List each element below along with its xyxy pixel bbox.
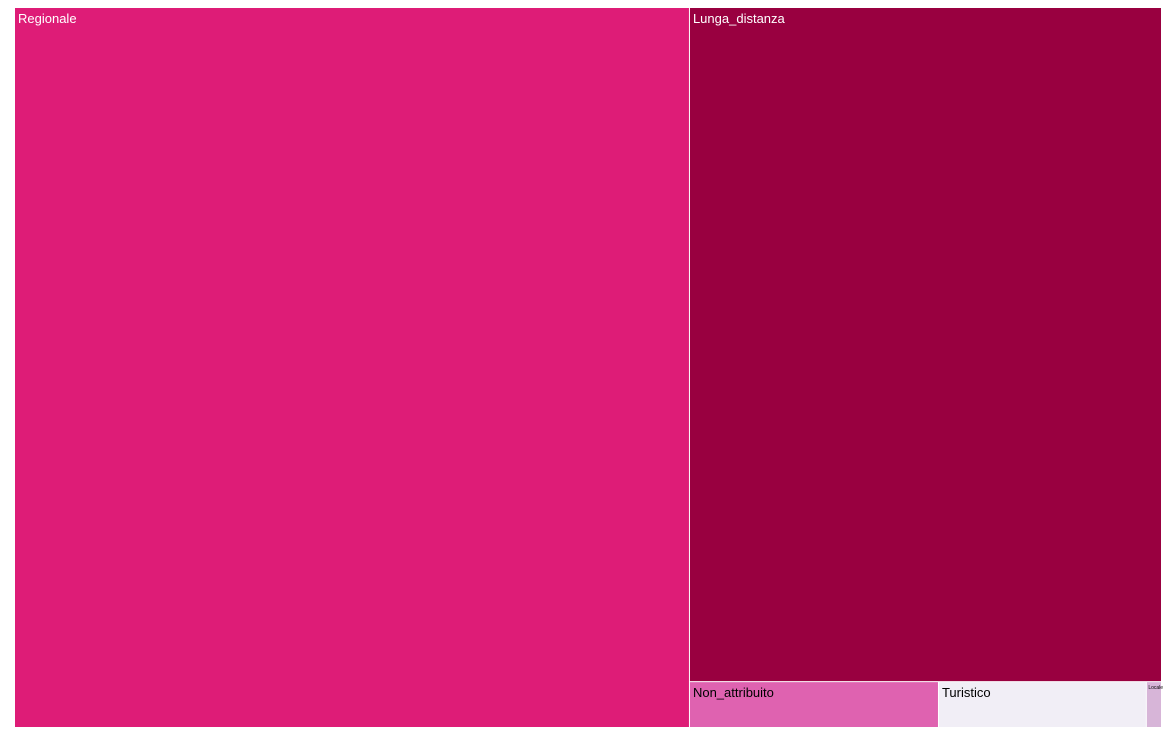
treemap-cell-lunga-distanza: Lunga_distanza [689,8,1161,682]
treemap-label-lunga-distanza: Lunga_distanza [693,11,786,26]
treemap-label-non-attribuito: Non_attribuito [693,685,774,700]
treemap-cell-locale: Locale [1146,682,1163,727]
treemap-label-turistico: Turistico [942,685,991,700]
treemap-chart: Regionale Lunga_distanza Non_attribuito Tur… [0,0,1176,736]
treemap-rect-lunga-distanza [689,8,1161,682]
treemap-label-regionale: Regionale [18,11,77,26]
treemap-cell-non-attribuito: Non_attribuito [689,682,938,727]
treemap-cell-turistico: Turistico [938,682,1146,727]
treemap-svg: Regionale Lunga_distanza Non_attribuito Tur… [15,8,1163,727]
treemap-rect-regionale [15,8,689,727]
treemap-cell-regionale: Regionale [15,8,689,727]
treemap-label-locale: Locale [1148,685,1163,691]
